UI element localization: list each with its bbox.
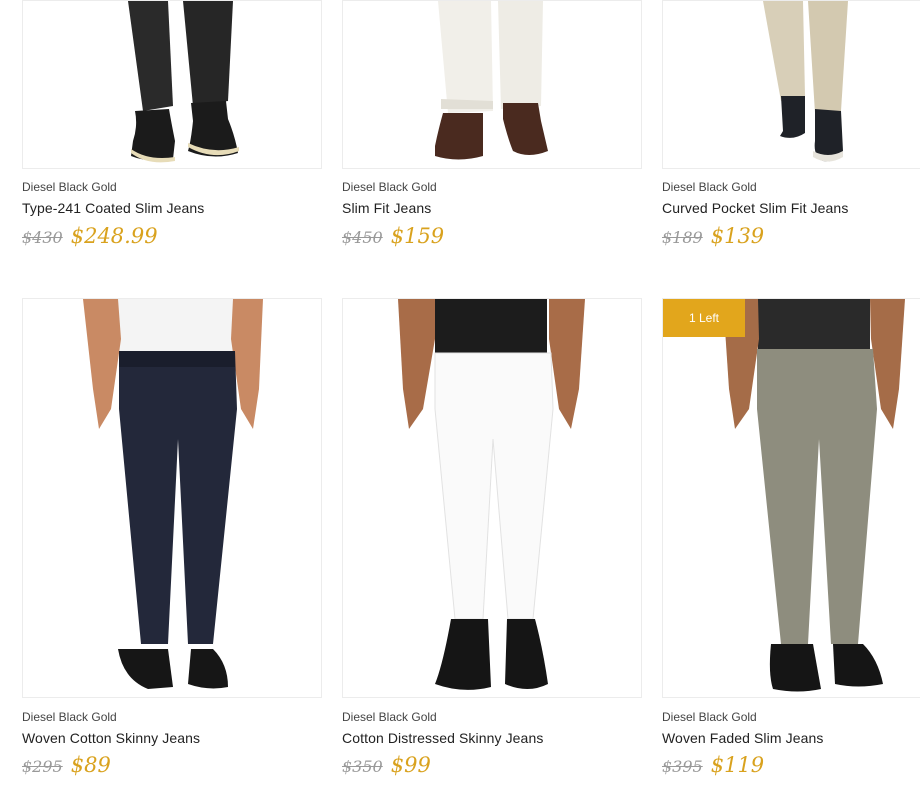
sale-price: $159 — [390, 224, 445, 248]
product-card[interactable]: Diesel Black Gold Slim Fit Jeans $450 $15… — [342, 0, 642, 248]
product-card[interactable]: Diesel Black Gold Cotton Distressed Skin… — [342, 298, 642, 777]
product-image[interactable] — [22, 298, 322, 698]
product-price: $450 $159 — [342, 224, 444, 248]
product-title[interactable]: Cotton Distressed Skinny Jeans — [342, 730, 543, 746]
sale-price: $99 — [390, 753, 431, 777]
product-price: $295 $89 — [22, 753, 111, 777]
product-price: $430 $248.99 — [22, 224, 158, 248]
product-image[interactable] — [342, 0, 642, 169]
original-price: $189 — [662, 228, 703, 247]
stock-badge: 1 Left — [663, 299, 745, 337]
product-brand[interactable]: Diesel Black Gold — [22, 180, 117, 194]
product-image[interactable] — [22, 0, 322, 169]
product-brand[interactable]: Diesel Black Gold — [342, 710, 437, 724]
product-title[interactable]: Slim Fit Jeans — [342, 200, 431, 216]
product-title[interactable]: Woven Faded Slim Jeans — [662, 730, 823, 746]
product-brand[interactable]: Diesel Black Gold — [22, 710, 117, 724]
original-price: $295 — [22, 757, 63, 776]
sale-price: $248.99 — [70, 224, 158, 248]
product-title[interactable]: Type-241 Coated Slim Jeans — [22, 200, 204, 216]
product-title[interactable]: Woven Cotton Skinny Jeans — [22, 730, 200, 746]
original-price: $395 — [662, 757, 703, 776]
product-price: $189 $139 — [662, 224, 764, 248]
product-card[interactable]: Diesel Black Gold Type-241 Coated Slim J… — [22, 0, 322, 248]
product-price: $350 $99 — [342, 753, 431, 777]
product-brand[interactable]: Diesel Black Gold — [662, 180, 757, 194]
product-card[interactable]: 1 Left Diesel Black Gold Woven Faded Sli… — [662, 298, 920, 777]
original-price: $450 — [342, 228, 383, 247]
product-brand[interactable]: Diesel Black Gold — [342, 180, 437, 194]
product-brand[interactable]: Diesel Black Gold — [662, 710, 757, 724]
product-card[interactable]: Diesel Black Gold Curved Pocket Slim Fit… — [662, 0, 920, 248]
product-image[interactable] — [662, 0, 920, 169]
original-price: $350 — [342, 757, 383, 776]
product-title[interactable]: Curved Pocket Slim Fit Jeans — [662, 200, 848, 216]
product-image[interactable]: 1 Left — [662, 298, 920, 698]
sale-price: $119 — [710, 753, 765, 777]
product-card[interactable]: Diesel Black Gold Woven Cotton Skinny Je… — [22, 298, 322, 777]
sale-price: $89 — [70, 753, 111, 777]
original-price: $430 — [22, 228, 63, 247]
product-price: $395 $119 — [662, 753, 764, 777]
product-image[interactable] — [342, 298, 642, 698]
sale-price: $139 — [710, 224, 765, 248]
